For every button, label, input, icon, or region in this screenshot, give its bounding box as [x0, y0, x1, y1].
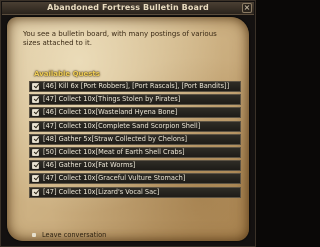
quest-checkmark-icon — [32, 109, 39, 117]
quest-label: [47] Collect 10x[Lizard's Vocal Sac] — [43, 187, 160, 196]
bulletin-board-window: Abandoned Fortress Bulletin Board × You … — [0, 0, 256, 247]
close-icon: × — [243, 3, 251, 12]
quest-checkmark-icon — [32, 135, 39, 143]
quest-label: [47] Collect 10x[Complete Sand Scorpion … — [43, 121, 201, 130]
quest-option[interactable]: [48] Gather 5x[Straw Collected by Chelon… — [29, 133, 241, 145]
quest-checkmark-icon — [32, 175, 39, 183]
quest-option[interactable]: [50] Collect 10x[Meat of Earth Shell Cra… — [29, 146, 241, 158]
quest-label: [46] Gather 10x[Fat Worms] — [43, 161, 136, 170]
leave-conversation-option[interactable]: Leave conversation — [29, 230, 241, 240]
close-button[interactable]: × — [242, 3, 252, 13]
quest-checkmark-icon — [32, 96, 39, 104]
window-title: Abandoned Fortress Bulletin Board — [47, 3, 209, 12]
quest-option[interactable]: [46] Collect 10x[Wasteland Hyena Bone] — [29, 107, 241, 119]
quest-checkmark-icon — [32, 122, 39, 130]
quest-option[interactable]: [46] Kill 6x [Port Robbers], [Port Rasca… — [29, 81, 241, 92]
quest-list: [46] Kill 6x [Port Robbers], [Port Rasca… — [29, 81, 241, 200]
quest-label: [47] Collect 10x[Graceful Vulture Stomac… — [43, 174, 186, 183]
quest-label: [48] Gather 5x[Straw Collected by Chelon… — [43, 134, 188, 143]
quest-label: [46] Kill 6x [Port Robbers], [Port Rasca… — [43, 82, 230, 90]
quest-option[interactable]: [47] Collect 10x[Things Stolen by Pirate… — [29, 94, 241, 106]
quest-checkmark-icon — [32, 83, 39, 90]
quest-option[interactable]: [47] Collect 10x[Complete Sand Scorpion … — [29, 120, 241, 132]
available-quests-header: Available Quests — [34, 70, 100, 78]
quest-checkmark-icon — [32, 162, 39, 170]
title-bar[interactable]: Abandoned Fortress Bulletin Board × — [2, 2, 254, 15]
quest-label: [46] Collect 10x[Wasteland Hyena Bone] — [43, 108, 178, 117]
quest-label: [47] Collect 10x[Things Stolen by Pirate… — [43, 95, 181, 104]
intro-text: You see a bulletin board, with many post… — [23, 30, 217, 47]
bullet-icon — [32, 233, 36, 237]
quest-option[interactable]: [46] Gather 10x[Fat Worms] — [29, 160, 241, 172]
quest-option[interactable]: [47] Collect 10x[Graceful Vulture Stomac… — [29, 173, 241, 185]
quest-checkmark-icon — [32, 148, 39, 156]
quest-checkmark-icon — [32, 188, 39, 196]
leave-conversation-label: Leave conversation — [42, 231, 107, 239]
quest-option[interactable]: [47] Collect 10x[Lizard's Vocal Sac] — [29, 186, 241, 198]
quest-label: [50] Collect 10x[Meat of Earth Shell Cra… — [43, 147, 185, 156]
